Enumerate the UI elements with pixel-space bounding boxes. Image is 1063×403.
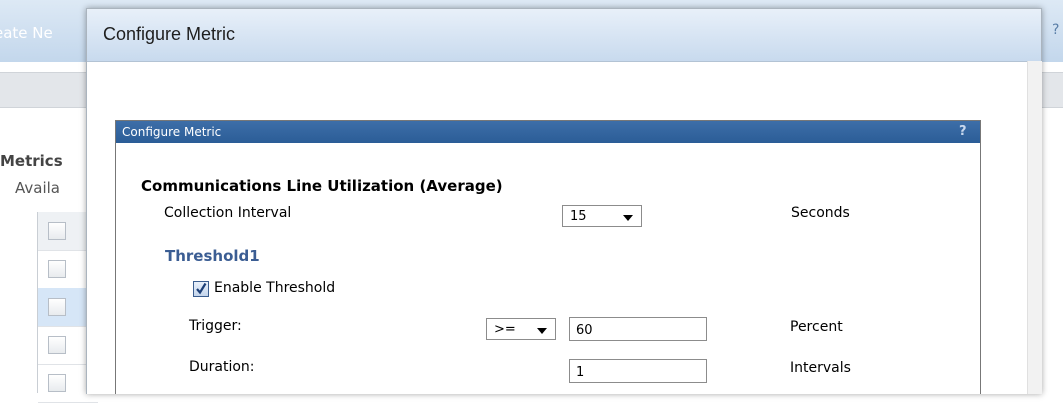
background-available-label: Availa	[15, 179, 60, 197]
enable-threshold-checkbox[interactable]	[193, 281, 209, 297]
outer-dialog-title-bar[interactable]: Configure Metric	[87, 9, 1041, 62]
row-checkbox[interactable]	[48, 298, 66, 316]
help-icon[interactable]: ?	[959, 124, 967, 139]
outer-dialog-scrollbar[interactable]	[1027, 61, 1042, 394]
collection-interval-label: Collection Interval	[164, 205, 292, 221]
trigger-value-input[interactable]: 60	[569, 317, 707, 341]
inner-dialog: Configure Metric ? Communications Line U…	[115, 120, 981, 394]
metric-name-heading: Communications Line Utilization (Average…	[141, 177, 503, 195]
chevron-down-icon	[537, 328, 547, 334]
duration-label: Duration:	[189, 359, 255, 375]
duration-value-input[interactable]: 1	[569, 359, 707, 383]
background-help-icon[interactable]: ?	[1052, 22, 1059, 38]
duration-unit: Intervals	[790, 360, 851, 376]
row-checkbox[interactable]	[48, 374, 66, 392]
chevron-down-icon	[623, 215, 633, 221]
trigger-unit: Percent	[790, 319, 843, 335]
threshold-heading: Threshold1	[165, 247, 260, 265]
inner-dialog-title: Configure Metric	[122, 125, 222, 139]
background-title-text: eate Ne	[0, 24, 53, 42]
trigger-operator-select[interactable]: >=	[486, 318, 556, 340]
row-checkbox[interactable]	[48, 260, 66, 278]
trigger-value: 60	[576, 323, 593, 338]
enable-threshold-label[interactable]: Enable Threshold	[214, 280, 335, 296]
collection-interval-value: 15	[570, 209, 587, 224]
select-all-checkbox[interactable]	[48, 222, 66, 240]
trigger-operator-value: >=	[494, 322, 516, 337]
collection-interval-select[interactable]: 15	[562, 205, 642, 227]
duration-value: 1	[576, 365, 585, 380]
trigger-label: Trigger:	[189, 318, 242, 334]
inner-dialog-title-bar: Configure Metric ?	[116, 121, 980, 143]
outer-dialog-title: Configure Metric	[103, 24, 236, 44]
collection-interval-unit: Seconds	[791, 205, 850, 221]
background-metrics-heading: Metrics	[0, 152, 63, 170]
row-checkbox[interactable]	[48, 336, 66, 354]
checkmark-icon	[196, 282, 207, 295]
